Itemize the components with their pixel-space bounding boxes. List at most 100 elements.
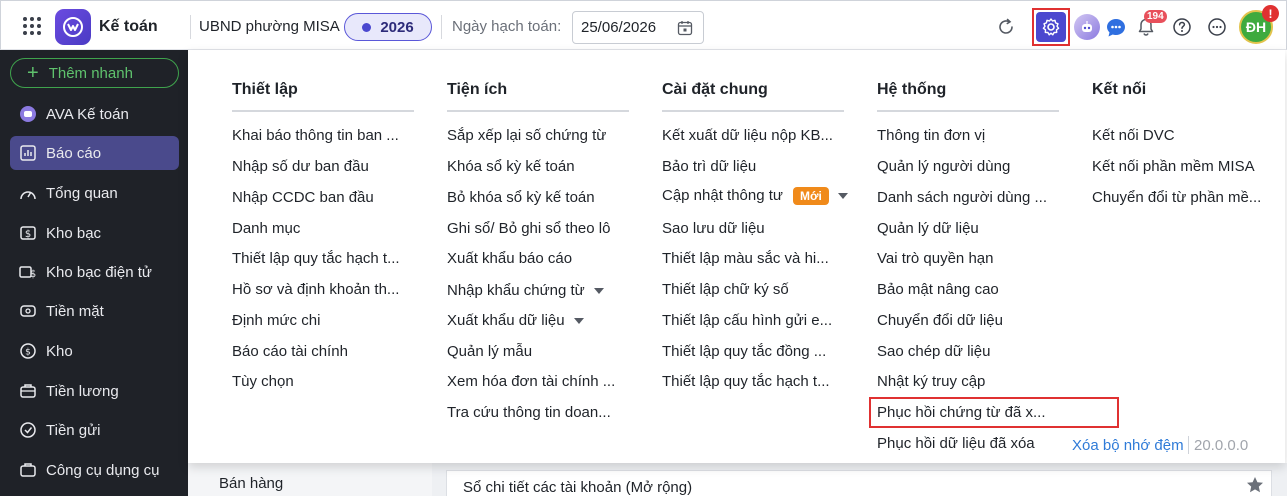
sidebar-item-tien-gui[interactable]: Tiền gửi	[10, 413, 179, 447]
posting-date-value: 25/06/2026	[581, 19, 657, 36]
menu-item-with-submenu[interactable]: Nhập khẩu chứng từ	[447, 282, 604, 299]
menu-item[interactable]: Thiết lập quy tắc đồng ...	[662, 343, 826, 360]
divider	[190, 15, 191, 39]
main-content-background: Bán hàng Sổ chi tiết các tài khoản (Mở r…	[188, 463, 1287, 496]
sidebar-item-bao-cao[interactable]: Báo cáo	[10, 136, 179, 170]
menu-item[interactable]: Quản lý người dùng	[877, 158, 1010, 175]
sidebar-item-tien-luong[interactable]: Tiền lương	[10, 374, 179, 408]
sidebar-item-label: Kho bạc điện tử	[46, 263, 152, 281]
svg-text:$: $	[30, 269, 36, 280]
menu-item[interactable]: Ghi sổ/ Bỏ ghi sổ theo lô	[447, 220, 610, 237]
menu-item[interactable]: Nhật ký truy cập	[877, 373, 985, 390]
menu-item[interactable]: Khai báo thông tin ban ...	[232, 127, 399, 144]
help-icon[interactable]	[1170, 15, 1194, 39]
ava-assistant-icon[interactable]	[1074, 14, 1100, 40]
report-group-list: Bán hàng	[188, 463, 432, 496]
sidebar-item-kho[interactable]: $ Kho	[10, 334, 179, 368]
menu-item-with-submenu[interactable]: Cập nhật thông tư Mới	[662, 187, 848, 206]
menu-item[interactable]: Tùy chọn	[232, 373, 294, 390]
notification-count-badge: 194	[1144, 10, 1167, 23]
settings-button[interactable]	[1032, 8, 1070, 46]
app-logo[interactable]	[55, 9, 91, 45]
menu-item[interactable]: Khóa sổ kỳ kế toán	[447, 158, 575, 175]
quick-add-button[interactable]: + Thêm nhanh	[10, 58, 179, 88]
menu-item[interactable]: Phục hồi dữ liệu đã xóa	[877, 435, 1035, 452]
star-icon[interactable]	[1245, 475, 1265, 495]
sidebar-item-cong-cu-dung-cu[interactable]: Công cụ dụng cụ	[10, 453, 179, 487]
menu-item[interactable]: Chuyển đổi từ phần mề...	[1092, 189, 1261, 206]
fiscal-year-selector[interactable]: 2026	[344, 13, 432, 41]
robot-icon	[1082, 21, 1092, 32]
sidebar-item-kho-bac[interactable]: $ Kho bạc	[10, 216, 179, 250]
divider	[441, 15, 442, 39]
plus-icon: +	[27, 62, 39, 84]
posting-date-field[interactable]: 25/06/2026	[572, 11, 704, 44]
menu-item[interactable]: Kết nối phần mềm MISA	[1092, 158, 1255, 175]
menu-item[interactable]: Báo cáo tài chính	[232, 343, 348, 360]
menu-item[interactable]: Thông tin đơn vị	[877, 127, 985, 144]
year-dot-icon	[362, 22, 372, 32]
menu-item[interactable]: Sắp xếp lại số chứng từ	[447, 127, 606, 144]
cash-icon	[18, 301, 38, 321]
menu-item[interactable]: Bỏ khóa sổ kỳ kế toán	[447, 189, 595, 206]
menu-item-with-submenu[interactable]: Xuất khẩu dữ liệu	[447, 312, 584, 329]
menu-item[interactable]: Chuyển đổi dữ liệu	[877, 312, 1003, 329]
menu-item[interactable]: Danh sách người dùng ...	[877, 189, 1047, 206]
deposit-icon	[18, 420, 38, 440]
more-options-icon[interactable]	[1205, 15, 1229, 39]
menu-item[interactable]: Xem hóa đơn tài chính ...	[447, 373, 615, 390]
clear-cache-link[interactable]: Xóa bộ nhớ đệm	[1072, 437, 1184, 454]
menu-item[interactable]: Nhập số dư ban đầu	[232, 158, 369, 175]
menu-item-label: Xuất khẩu dữ liệu	[447, 312, 565, 329]
sidebar-item-ava-ke-toan[interactable]: AVA Kế toán	[10, 97, 179, 131]
refresh-icon[interactable]	[994, 15, 1018, 39]
sidebar-item-kho-bac-dien-tu[interactable]: $ Kho bạc điện tử	[10, 255, 179, 289]
menu-item[interactable]: Tra cứu thông tin doan...	[447, 404, 611, 421]
menu-item[interactable]: Quản lý mẫu	[447, 343, 532, 360]
menu-item[interactable]: Thiết lập chữ ký số	[662, 281, 789, 298]
calendar-icon[interactable]	[677, 20, 693, 36]
menu-item[interactable]: Thiết lập cấu hình gửi e...	[662, 312, 832, 329]
chat-icon[interactable]	[1104, 16, 1128, 40]
menu-item[interactable]: Sao chép dữ liệu	[877, 343, 990, 360]
question-circle-icon	[1173, 18, 1191, 36]
menu-item[interactable]: Kết nối DVC	[1092, 127, 1175, 144]
sidebar: + Thêm nhanh AVA Kế toán Báo cáo Tổng qu…	[0, 50, 188, 496]
report-group-item[interactable]: Bán hàng	[219, 475, 283, 492]
menu-item[interactable]: Bảo trì dữ liệu	[662, 158, 756, 175]
report-card[interactable]: Sổ chi tiết các tài khoản (Mở rộng)	[446, 470, 1272, 496]
sidebar-item-label: Tổng quan	[46, 184, 118, 202]
sidebar-item-label: Công cụ dụng cụ	[46, 461, 160, 479]
divider	[1188, 436, 1189, 454]
menu-item[interactable]: Danh mục	[232, 220, 300, 237]
menu-item[interactable]: Bảo mật nâng cao	[877, 281, 999, 298]
caret-down-icon	[593, 288, 604, 295]
sidebar-item-label: Kho bạc	[46, 224, 102, 242]
e-treasury-icon: $	[18, 262, 38, 282]
menu-item[interactable]: Xuất khẩu báo cáo	[447, 250, 572, 267]
divider	[232, 110, 414, 112]
ava-icon	[18, 104, 38, 124]
sidebar-item-tong-quan[interactable]: Tổng quan	[10, 176, 179, 210]
menu-item[interactable]: Nhập CCDC ban đầu	[232, 189, 374, 206]
menu-item[interactable]: Thiết lập quy tắc hạch t...	[662, 373, 830, 390]
menu-item[interactable]: Thiết lập quy tắc hạch t...	[232, 250, 400, 267]
menu-item[interactable]: Sao lưu dữ liệu	[662, 220, 765, 237]
fiscal-year-value: 2026	[380, 18, 414, 36]
sidebar-item-tien-mat[interactable]: Tiền mặt	[10, 294, 179, 328]
settings-menu-panel: Thiết lập Khai báo thông tin ban ... Nhậ…	[188, 50, 1285, 463]
menu-item[interactable]: Định mức chi	[232, 312, 320, 329]
menu-item[interactable]: Thiết lập màu sắc và hi...	[662, 250, 829, 267]
organization-name[interactable]: UBND phường MISA	[199, 18, 340, 35]
gear-icon	[1036, 12, 1066, 42]
app-launcher-icon[interactable]	[21, 15, 43, 37]
divider	[877, 110, 1059, 112]
sidebar-item-label: Kho	[46, 342, 73, 360]
menu-item[interactable]: Kết xuất dữ liệu nộp KB...	[662, 127, 833, 144]
menu-item[interactable]: Quản lý dữ liệu	[877, 220, 979, 237]
menu-item[interactable]: Hồ sơ và định khoản th...	[232, 281, 399, 298]
gear-icon-svg	[1042, 18, 1060, 36]
highlight-annotation	[869, 397, 1119, 428]
sidebar-item-label: Tiền lương	[46, 382, 119, 400]
menu-item[interactable]: Vai trò quyền hạn	[877, 250, 993, 267]
